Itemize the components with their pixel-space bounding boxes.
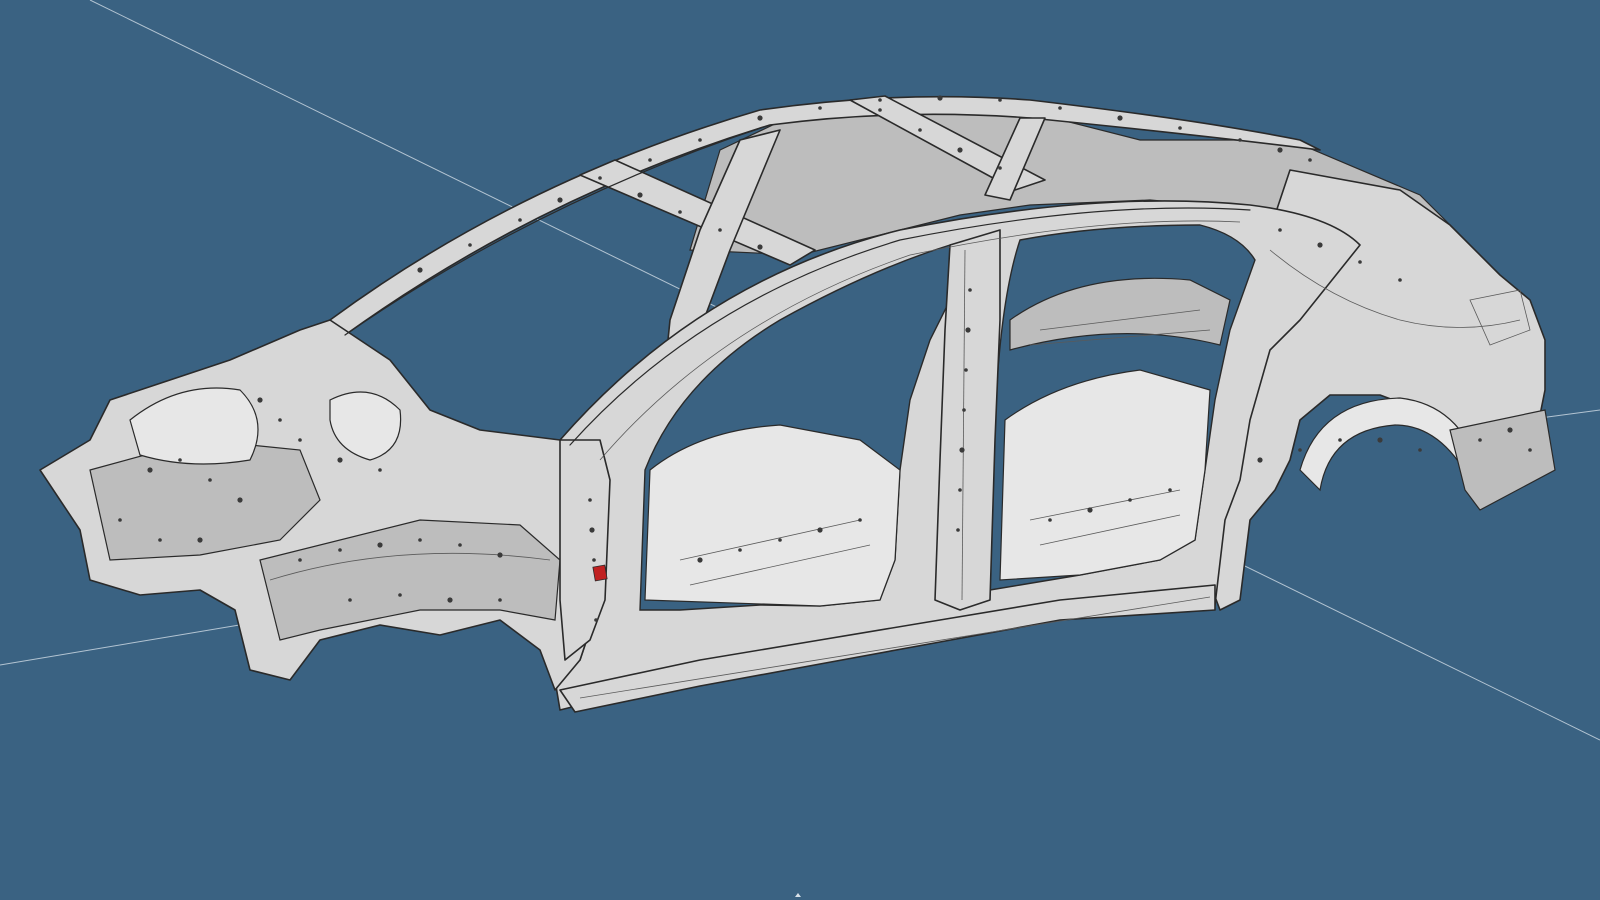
weld-point [1257,457,1263,463]
weld-point [197,537,203,543]
weld-point [237,497,243,503]
weld-point [592,558,596,562]
weld-point [964,368,968,372]
weld-point [698,138,702,142]
weld-point [1128,498,1132,502]
weld-point [718,228,722,232]
weld-point [1338,438,1342,442]
weld-point [298,438,302,442]
weld-point [738,548,742,552]
weld-point [878,98,882,102]
weld-point [757,115,763,121]
weld-point [678,210,682,214]
weld-point [1377,437,1383,443]
weld-point [378,468,382,472]
weld-point [998,98,1002,102]
weld-point [1087,507,1093,513]
weld-point [1117,115,1123,121]
weld-point [965,327,971,333]
weld-point [417,267,423,273]
axis-line-right [1539,409,1600,419]
weld-point [468,243,472,247]
weld-point [498,598,502,602]
weld-point [937,95,943,101]
weld-point [588,498,592,502]
weld-point [1358,260,1362,264]
floor-pan-front [644,424,901,607]
weld-point [962,408,966,412]
weld-point [1298,448,1302,452]
weld-point [1238,138,1242,142]
weld-point [598,176,602,180]
weld-point [957,147,963,153]
weld-point [697,557,703,563]
weld-point [958,488,962,492]
weld-point [518,218,522,222]
weld-point [398,593,402,597]
weld-point [178,458,182,462]
weld-point [337,457,343,463]
weld-point [338,548,342,552]
weld-point [377,542,383,548]
weld-point [557,197,563,203]
weld-point [818,106,822,110]
weld-point [158,538,162,542]
weld-point [447,597,453,603]
weld-point [298,558,302,562]
weld-point [637,192,643,198]
weld-point [1168,488,1172,492]
weld-point [348,598,352,602]
weld-point [956,528,960,532]
weld-point [648,158,652,162]
weld-point [1278,228,1282,232]
weld-point [1277,147,1283,153]
weld-point [918,128,922,132]
weld-point [257,397,263,403]
weld-point [589,527,595,533]
weld-point [757,244,763,250]
weld-point [418,538,422,542]
weld-point [278,418,282,422]
weld-point [959,447,965,453]
weld-point [778,538,782,542]
weld-point [458,543,462,547]
weld-point [1507,427,1513,433]
weld-point [1528,448,1532,452]
weld-point [998,166,1002,170]
weld-point [1398,278,1402,282]
weld-point [1308,158,1312,162]
weld-point [858,518,862,522]
3d-viewport[interactable] [0,0,1600,900]
weld-point [594,618,598,622]
weld-point [118,518,122,522]
weld-point [878,108,882,112]
red-marker-tag [592,564,608,582]
3d-scene[interactable] [0,0,1600,900]
car-body-in-white[interactable] [39,95,1556,713]
weld-point [497,552,503,558]
weld-point [968,288,972,292]
weld-point [1178,126,1182,130]
weld-point [817,527,823,533]
weld-point [1478,438,1482,442]
weld-point [1048,518,1052,522]
weld-point [147,467,153,473]
weld-point [1058,106,1062,110]
triangle-marker-icon [795,893,801,897]
weld-point [1418,448,1422,452]
weld-point [1317,242,1323,248]
weld-point [208,478,212,482]
